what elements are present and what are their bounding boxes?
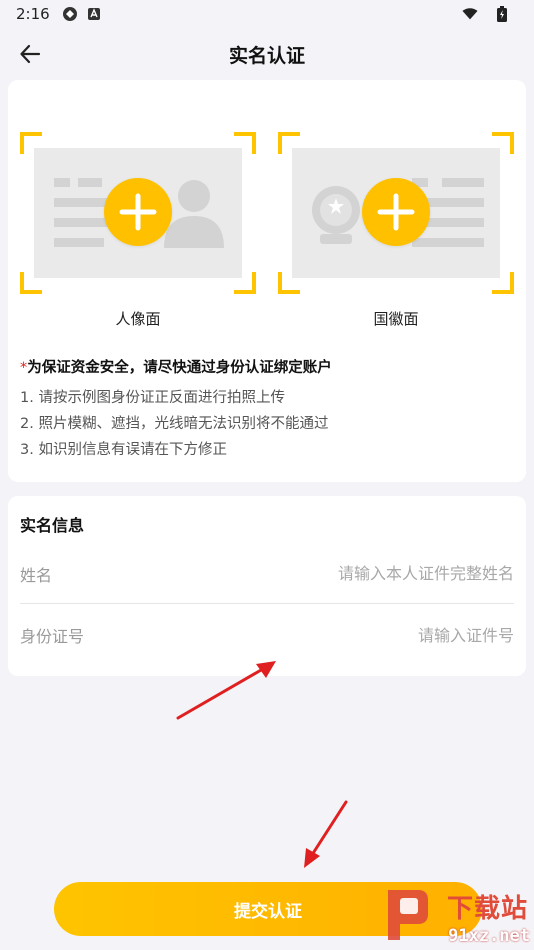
placeholder-line [412,238,484,247]
name-input[interactable] [194,564,514,583]
placeholder-line [54,178,70,187]
watermark-logo-icon [388,890,428,940]
arrow-left-icon [20,44,41,64]
back-button[interactable] [14,38,46,70]
wifi-icon [462,6,478,22]
notice-rule: 1. 请按示例图身份证正反面进行拍照上传 [20,390,285,406]
id-front-placeholder [34,148,242,278]
header: 实名认证 [0,28,534,80]
id-number-label: 身份证号 [20,627,85,646]
id-back-upload[interactable] [278,132,514,294]
notice-rule: 2. 照片模糊、遮挡，光线暗无法识别将不能通过 [20,416,329,432]
id-back-placeholder [292,148,500,278]
battery-icon [494,6,510,22]
notice-headline: *为保证资金安全，请尽快通过身份认证绑定账户 [20,356,514,377]
upload-notice: *为保证资金安全，请尽快通过身份认证绑定账户 1. 请按示例图身份证正反面进行拍… [20,356,514,463]
page-title: 实名认证 [228,44,305,67]
placeholder-line [54,238,104,247]
notice-rule: 3. 如识别信息有误请在下方修正 [20,442,227,458]
name-label: 姓名 [20,565,53,585]
annotation-arrow-icon [176,661,276,720]
notice-headline-text: 为保证资金安全，请尽快通过身份认证绑定账户 [27,360,332,376]
id-upload-card: 人像面 国徽面 *为保证资金安全，请尽快通过身份认证绑定账户 1. 请按示例图身… [8,80,526,482]
accessibility-notification-icon [86,6,102,22]
id-front-upload[interactable] [20,132,256,294]
placeholder-line [78,178,102,187]
real-name-info-card: 实名信息 姓名 身份证号 [8,496,526,676]
id-back-label: 国徽面 [373,310,419,328]
id-front-label: 人像面 [115,310,161,328]
watermark: 下载站 91xz.net [364,880,534,950]
add-photo-icon [104,178,172,246]
app-notification-icon [62,6,78,22]
watermark-url: 91xz.net [448,926,530,946]
name-field-row: 姓名 [20,544,514,604]
add-photo-icon [362,178,430,246]
annotation-arrow-icon [304,800,348,868]
id-number-input[interactable] [194,625,514,645]
section-title: 实名信息 [20,516,85,535]
placeholder-line [442,178,484,187]
watermark-text: 下载站 [446,894,528,924]
national-emblem-icon [312,186,360,244]
status-time: 2:16 [16,5,50,23]
status-bar: 2:16 [0,0,534,28]
